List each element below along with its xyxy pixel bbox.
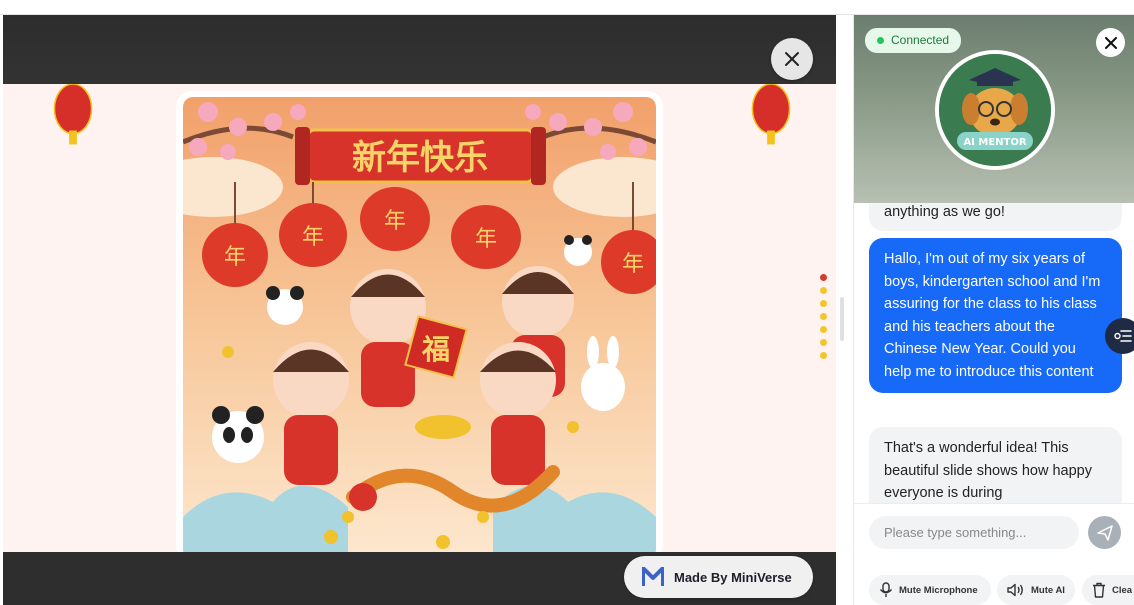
microphone-icon — [879, 582, 893, 597]
slide-pager[interactable] — [820, 274, 830, 365]
panel-resize-handle[interactable] — [840, 297, 844, 341]
miniverse-logo-icon — [642, 567, 664, 586]
pager-dot[interactable] — [820, 339, 827, 346]
close-icon — [1104, 36, 1117, 49]
pager-dot[interactable] — [820, 326, 827, 333]
mentor-dog-icon: AI MENTOR — [939, 54, 1051, 166]
message-text: anything as we go! — [884, 204, 1005, 220]
new-year-illustration: 新年快乐 年 年 年 年 年 福 — [183, 97, 656, 552]
top-strip — [0, 0, 1134, 15]
user-message: Hallo, I'm out of my six years of boys, … — [869, 238, 1122, 393]
pager-dot[interactable] — [820, 352, 827, 359]
ai-mentor-panel: Connected AI MENTOR anything as we go! H… — [853, 15, 1134, 605]
banner-text: 新年快乐 — [352, 138, 488, 178]
lantern-glyph: 年 — [302, 225, 324, 250]
mute-ai-button[interactable]: Mute AI — [997, 575, 1075, 605]
chat-messages[interactable]: anything as we go! Hallo, I'm out of my … — [854, 203, 1134, 503]
speaker-icon — [1007, 583, 1023, 597]
avatar-label: AI MENTOR — [963, 137, 1026, 148]
pager-dot[interactable] — [820, 287, 827, 294]
slide-area: 新年快乐 年 年 年 年 年 福 — [3, 84, 836, 552]
lantern-glyph: 年 — [475, 227, 497, 252]
clear-label: Clea — [1112, 584, 1133, 596]
mute-ai-label: Mute AI — [1031, 584, 1065, 596]
voice-controls: Mute Microphone Mute AI Clea — [854, 575, 1134, 605]
slide-viewer: 新年快乐 年 年 年 年 年 福 Made By MiniVerse — [3, 15, 836, 605]
ai-message: That's a wonderful idea! This beautiful … — [869, 427, 1122, 503]
lantern-left-icon — [53, 84, 93, 145]
mentor-avatar: AI MENTOR — [935, 50, 1055, 170]
message-text: Hallo, I'm out of my six years of boys, … — [884, 251, 1101, 380]
ai-message: anything as we go! — [869, 203, 1122, 231]
made-by-label: Made By MiniVerse — [674, 569, 792, 585]
chat-input[interactable] — [869, 516, 1079, 549]
illustration-svg: 新年快乐 年 年 年 年 年 福 — [183, 97, 656, 552]
close-icon — [785, 52, 799, 66]
viewer-close-button[interactable] — [771, 38, 813, 80]
lantern-glyph: 年 — [384, 209, 406, 234]
chat-input-row — [854, 503, 1134, 560]
connection-status-badge: Connected — [865, 28, 962, 53]
mute-microphone-label: Mute Microphone — [899, 584, 978, 596]
send-button[interactable] — [1088, 516, 1121, 549]
pager-dot[interactable] — [820, 313, 827, 320]
lantern-glyph: 年 — [622, 252, 644, 277]
message-text: That's a wonderful idea! This beautiful … — [884, 440, 1092, 501]
clear-button[interactable]: Clea — [1082, 575, 1134, 605]
fu-glyph: 福 — [421, 333, 450, 366]
viewer-top-bar — [3, 15, 836, 84]
avatar-image: AI MENTOR — [939, 54, 1051, 166]
lantern-right-icon — [751, 84, 791, 145]
trash-icon — [1093, 582, 1105, 598]
panel-close-button[interactable] — [1096, 28, 1125, 57]
lantern-glyph: 年 — [224, 245, 246, 270]
mute-microphone-button[interactable]: Mute Microphone — [869, 575, 991, 605]
slide-card: 新年快乐 年 年 年 年 年 福 — [176, 91, 663, 552]
slide-list-toggle-button[interactable] — [1105, 318, 1134, 354]
made-by-miniverse-badge[interactable]: Made By MiniVerse — [624, 556, 813, 598]
pager-dot[interactable] — [820, 300, 827, 307]
list-settings-icon — [1114, 330, 1132, 342]
send-icon — [1096, 524, 1113, 541]
pager-dot-active[interactable] — [820, 274, 827, 281]
mentor-video-area: Connected AI MENTOR — [854, 15, 1134, 203]
